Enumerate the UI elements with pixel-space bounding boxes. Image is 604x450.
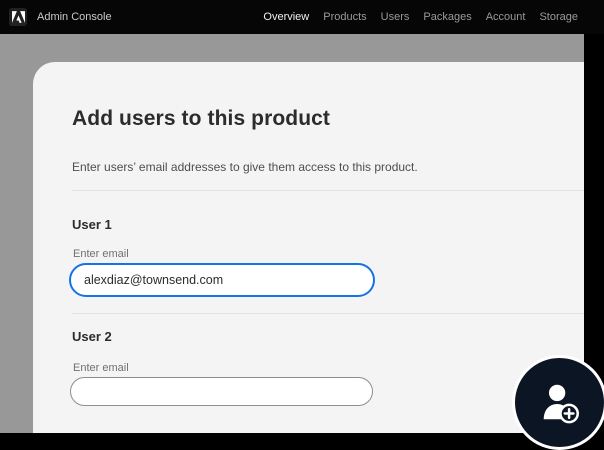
page-description: Enter users’ email addresses to give the…	[72, 160, 418, 174]
add-user-icon	[537, 380, 583, 426]
top-nav: Admin Console Overview Products Users Pa…	[0, 0, 604, 34]
adobe-logo-icon[interactable]	[9, 8, 27, 26]
nav-item-account[interactable]: Account	[486, 11, 526, 23]
nav-item-overview[interactable]: Overview	[263, 11, 309, 23]
screen: Admin Console Overview Products Users Pa…	[0, 0, 604, 450]
user-2-label: User 2	[72, 329, 112, 344]
nav-item-storage[interactable]: Storage	[539, 11, 578, 23]
user-1-label: User 1	[72, 217, 112, 232]
divider	[72, 313, 584, 314]
user-2-email-field-label: Enter email	[73, 362, 129, 374]
user-1-email-input[interactable]	[69, 263, 375, 297]
nav-item-users[interactable]: Users	[381, 11, 410, 23]
app-title: Admin Console	[37, 8, 112, 26]
add-users-card: Add users to this product Enter users’ e…	[33, 62, 584, 433]
nav-links: Overview Products Users Packages Account…	[263, 0, 578, 34]
user-2-email-input[interactable]	[70, 377, 373, 406]
nav-item-products[interactable]: Products	[323, 11, 366, 23]
user-1-email-field-label: Enter email	[73, 248, 129, 260]
add-user-button[interactable]	[512, 355, 604, 450]
nav-item-packages[interactable]: Packages	[423, 11, 471, 23]
brand: Admin Console	[9, 8, 112, 26]
page-title: Add users to this product	[72, 105, 330, 132]
divider	[72, 190, 584, 191]
